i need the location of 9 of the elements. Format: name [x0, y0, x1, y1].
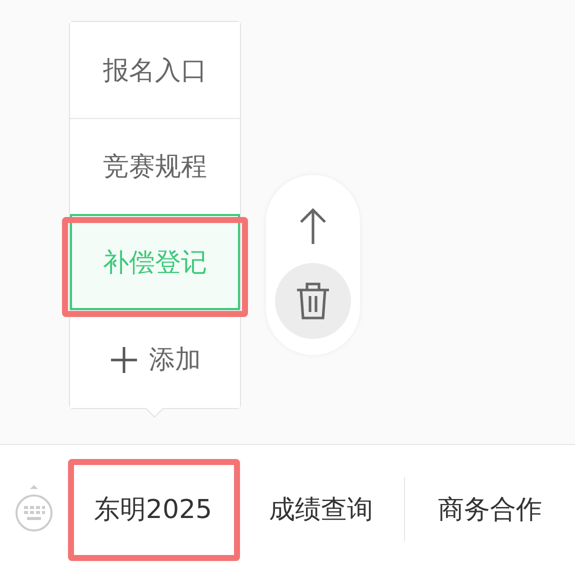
menu-item[interactable]: 商务合作: [405, 461, 575, 557]
delete-button[interactable]: [275, 263, 351, 339]
move-up-button[interactable]: [298, 207, 328, 245]
arrow-up-icon: [298, 207, 328, 245]
trash-icon: [296, 282, 330, 320]
menu-item[interactable]: 成绩查询: [238, 461, 404, 557]
add-button[interactable]: 添加: [70, 310, 240, 408]
plus-icon: [109, 344, 139, 374]
menu-item[interactable]: 东明2025: [70, 461, 236, 557]
